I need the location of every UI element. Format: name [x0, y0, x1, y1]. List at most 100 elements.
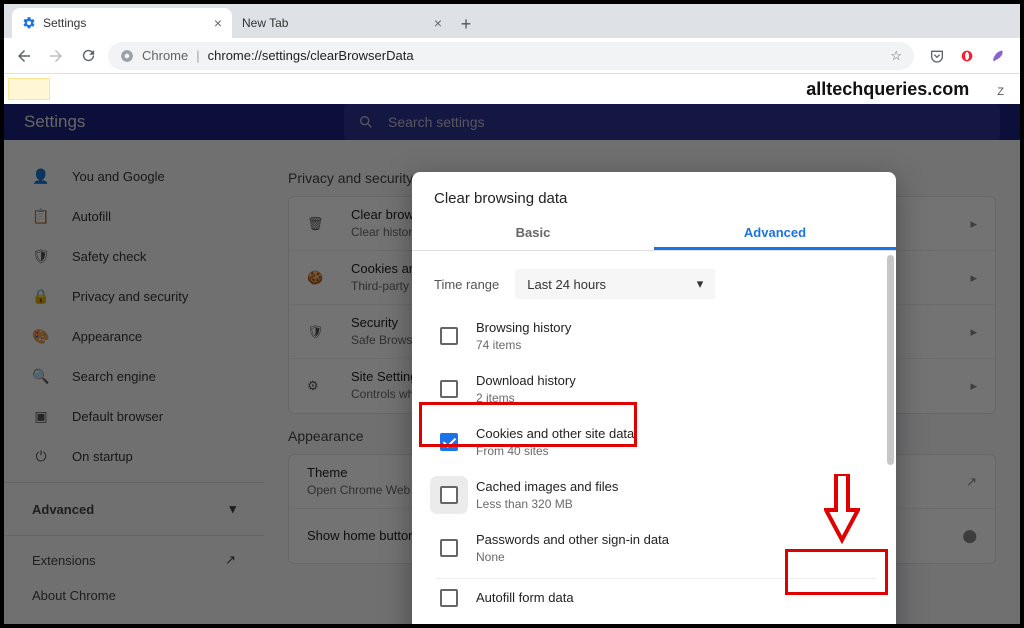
option-title: Browsing history [476, 319, 571, 337]
trash-icon: 🗑 [307, 216, 333, 232]
gear-icon [22, 16, 36, 30]
sidebar-item-autofill[interactable]: 📋Autofill [4, 196, 264, 236]
pocket-icon[interactable] [928, 47, 946, 65]
checkbox[interactable] [440, 539, 458, 557]
sidebar-item-label: Extensions [32, 553, 96, 568]
tab-title: New Tab [242, 16, 288, 30]
option-download-history[interactable]: Download history2 items [434, 366, 878, 413]
option-sub: From 40 sites [476, 443, 634, 460]
chevron-down-icon: ▾ [229, 501, 236, 517]
sidebar-about[interactable]: About Chrome [4, 578, 264, 613]
address-bar[interactable]: Chrome | chrome://settings/clearBrowserD… [108, 42, 914, 70]
checkbox[interactable] [440, 589, 458, 607]
time-range-label: Time range [434, 277, 499, 292]
sliders-icon: ⚙ [307, 378, 333, 394]
close-icon[interactable]: × [214, 15, 222, 31]
option-browsing-history[interactable]: Browsing history74 items [434, 313, 878, 360]
search-icon [358, 114, 374, 130]
sidebar-extensions[interactable]: Extensions↗ [4, 542, 264, 578]
person-icon: 👤 [32, 168, 50, 185]
extension-icons [922, 47, 1012, 65]
option-cached-images[interactable]: Cached images and filesLess than 320 MB [434, 472, 878, 519]
new-tab-button[interactable]: + [452, 10, 480, 38]
tab-newtab[interactable]: New Tab × [232, 8, 452, 38]
reload-button[interactable] [76, 44, 100, 68]
settings-search[interactable]: Search settings [344, 104, 1000, 140]
clear-browsing-data-modal: Clear browsing data Basic Advanced Time … [412, 172, 896, 624]
power-icon: ⏻ [32, 448, 50, 465]
browser-tab-bar: Settings × New Tab × + [4, 4, 1020, 38]
sidebar-item-label: About Chrome [32, 588, 116, 603]
sidebar-item-label: Default browser [72, 409, 163, 424]
sidebar-item-label: Safety check [72, 249, 146, 264]
forward-button[interactable] [44, 44, 68, 68]
sidebar-item-label: Appearance [72, 329, 142, 344]
back-button[interactable] [12, 44, 36, 68]
page-title: Settings [24, 112, 344, 132]
tab-settings[interactable]: Settings × [12, 8, 232, 38]
sidebar-item-appearance[interactable]: 🎨 Appearance [4, 316, 264, 356]
sidebar-item-label: On startup [72, 449, 133, 464]
separator: | [196, 48, 199, 63]
checkbox[interactable] [440, 486, 458, 504]
sidebar-item-label: You and Google [72, 169, 165, 184]
option-passwords[interactable]: Passwords and other sign-in dataNone [434, 525, 878, 572]
shield-icon: 🔒 [32, 288, 50, 305]
cookie-icon: 🍪 [307, 270, 333, 286]
modal-title: Clear browsing data [412, 172, 896, 213]
settings-sidebar: 👤You and Google 📋Autofill 🛡Safety check … [4, 140, 264, 624]
tab-title: Settings [43, 16, 86, 30]
palette-icon: 🎨 [32, 328, 50, 345]
feather-icon[interactable] [988, 47, 1006, 65]
tab-advanced[interactable]: Advanced [654, 213, 896, 250]
option-title: Autofill form data [476, 589, 574, 607]
toggle-icon[interactable]: ⬤ [962, 528, 977, 544]
watermark-z: Z [997, 86, 1004, 98]
bookmark-icon[interactable]: ☆ [890, 48, 902, 64]
watermark-text: alltechqueries.com [806, 79, 969, 100]
checkbox-checked[interactable] [440, 433, 458, 451]
sidebar-item-search-engine[interactable]: 🔍Search engine [4, 356, 264, 396]
option-title: Cached images and files [476, 478, 618, 496]
option-autofill[interactable]: Autofill form data [434, 578, 878, 613]
chevron-right-icon: ▸ [970, 324, 977, 340]
sidebar-item-privacy[interactable]: 🔒 Privacy and security [4, 276, 264, 316]
external-link-icon: ↗ [966, 474, 977, 490]
option-title: Download history [476, 372, 576, 390]
option-title: Passwords and other sign-in data [476, 531, 669, 549]
browser-icon: ▣ [32, 408, 50, 425]
option-cookies[interactable]: Cookies and other site dataFrom 40 sites [434, 419, 878, 466]
sidebar-item-label: Search engine [72, 369, 156, 384]
omnibox-origin: Chrome [142, 48, 188, 63]
option-sub: 2 items [476, 390, 576, 407]
sidebar-item-safety-check[interactable]: 🛡 Safety check [4, 236, 264, 276]
option-title: Cookies and other site data [476, 425, 634, 443]
sidebar-advanced[interactable]: Advanced▾ [4, 489, 264, 529]
option-sub: None [476, 549, 669, 566]
chevron-down-icon: ▾ [697, 276, 704, 292]
shield-icon: 🛡 [307, 324, 333, 340]
lock-icon [120, 49, 134, 63]
option-sub: 74 items [476, 337, 571, 354]
option-sub: Less than 320 MB [476, 496, 618, 513]
omnibox-url: chrome://settings/clearBrowserData [208, 48, 414, 63]
time-range-select[interactable]: Last 24 hours ▾ [515, 269, 715, 299]
scrollbar-thumb[interactable] [887, 255, 894, 465]
chevron-right-icon: ▸ [970, 378, 977, 394]
sidebar-item-on-startup[interactable]: ⏻ On startup [4, 436, 264, 476]
sidebar-item-label: Privacy and security [72, 289, 188, 304]
sidebar-item-you-and-google[interactable]: 👤 You and Google [4, 156, 264, 196]
sidebar-item-default-browser[interactable]: ▣ Default browser [4, 396, 264, 436]
browser-toolbar: Chrome | chrome://settings/clearBrowserD… [4, 38, 1020, 74]
shield-check-icon: 🛡 [32, 248, 50, 265]
chevron-right-icon: ▸ [970, 270, 977, 286]
checkbox[interactable] [440, 327, 458, 345]
tab-basic[interactable]: Basic [412, 213, 654, 250]
search-placeholder: Search settings [388, 114, 485, 130]
clipboard-icon: 📋 [32, 208, 50, 225]
close-icon[interactable]: × [434, 15, 442, 31]
modal-actions: Cancel Clear data [412, 617, 896, 624]
opera-icon[interactable] [958, 47, 976, 65]
checkbox[interactable] [440, 380, 458, 398]
watermark-bar: alltechqueries.com Z [4, 74, 1020, 104]
